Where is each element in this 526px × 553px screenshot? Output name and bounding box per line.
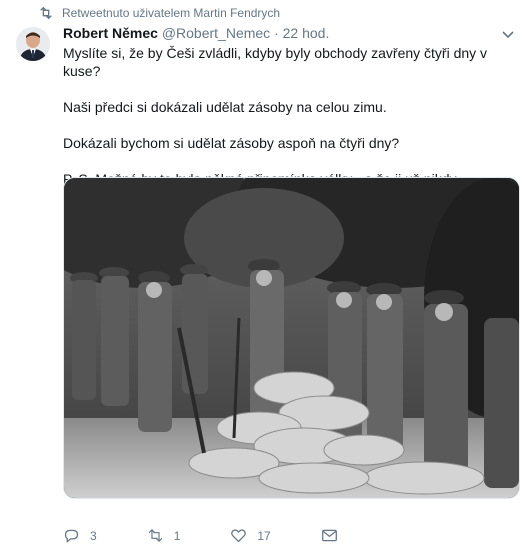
tweet-paragraph: Myslíte si, že by Češi zvládli, kdyby by… xyxy=(63,45,488,79)
direct-message-icon xyxy=(321,529,337,542)
tweet-actions: 3 1 17 xyxy=(63,527,348,544)
avatar-image xyxy=(16,27,50,61)
retweet-icon xyxy=(40,6,52,20)
tweet-header: Robert Němec @Robert_Nemec · 22 hod. xyxy=(63,25,329,41)
like-count: 17 xyxy=(257,528,271,543)
retweet-context[interactable]: Retweetnuto uživatelem Martin Fendrych xyxy=(38,6,280,20)
chevron-down-icon[interactable] xyxy=(501,28,515,42)
retweet-context-text: Retweetnuto uživatelem Martin Fendrych xyxy=(62,6,281,20)
tweet-paragraph: Naši předci si dokázali udělat zásoby na… xyxy=(63,99,387,115)
author-handle[interactable]: @Robert_Nemec xyxy=(162,25,270,41)
tweet-paragraph: Dokázali bychom si udělat zásoby aspoň n… xyxy=(63,135,400,151)
retweet-icon xyxy=(148,529,162,542)
tweet-photo[interactable] xyxy=(63,177,520,499)
avatar[interactable] xyxy=(16,27,50,61)
tweet-timestamp[interactable]: 22 hod. xyxy=(283,25,330,41)
photo-soldiers-image xyxy=(64,178,519,498)
reply-icon xyxy=(64,529,79,543)
author-name[interactable]: Robert Němec xyxy=(63,25,158,41)
heart-icon xyxy=(231,529,247,543)
retweet-button[interactable]: 1 xyxy=(147,527,181,544)
separator-dot: · xyxy=(274,25,279,41)
like-button[interactable]: 17 xyxy=(230,527,271,544)
direct-message-button[interactable] xyxy=(321,527,348,544)
reply-count: 3 xyxy=(90,528,97,543)
retweet-count: 1 xyxy=(173,528,181,543)
reply-button[interactable]: 3 xyxy=(63,527,97,544)
